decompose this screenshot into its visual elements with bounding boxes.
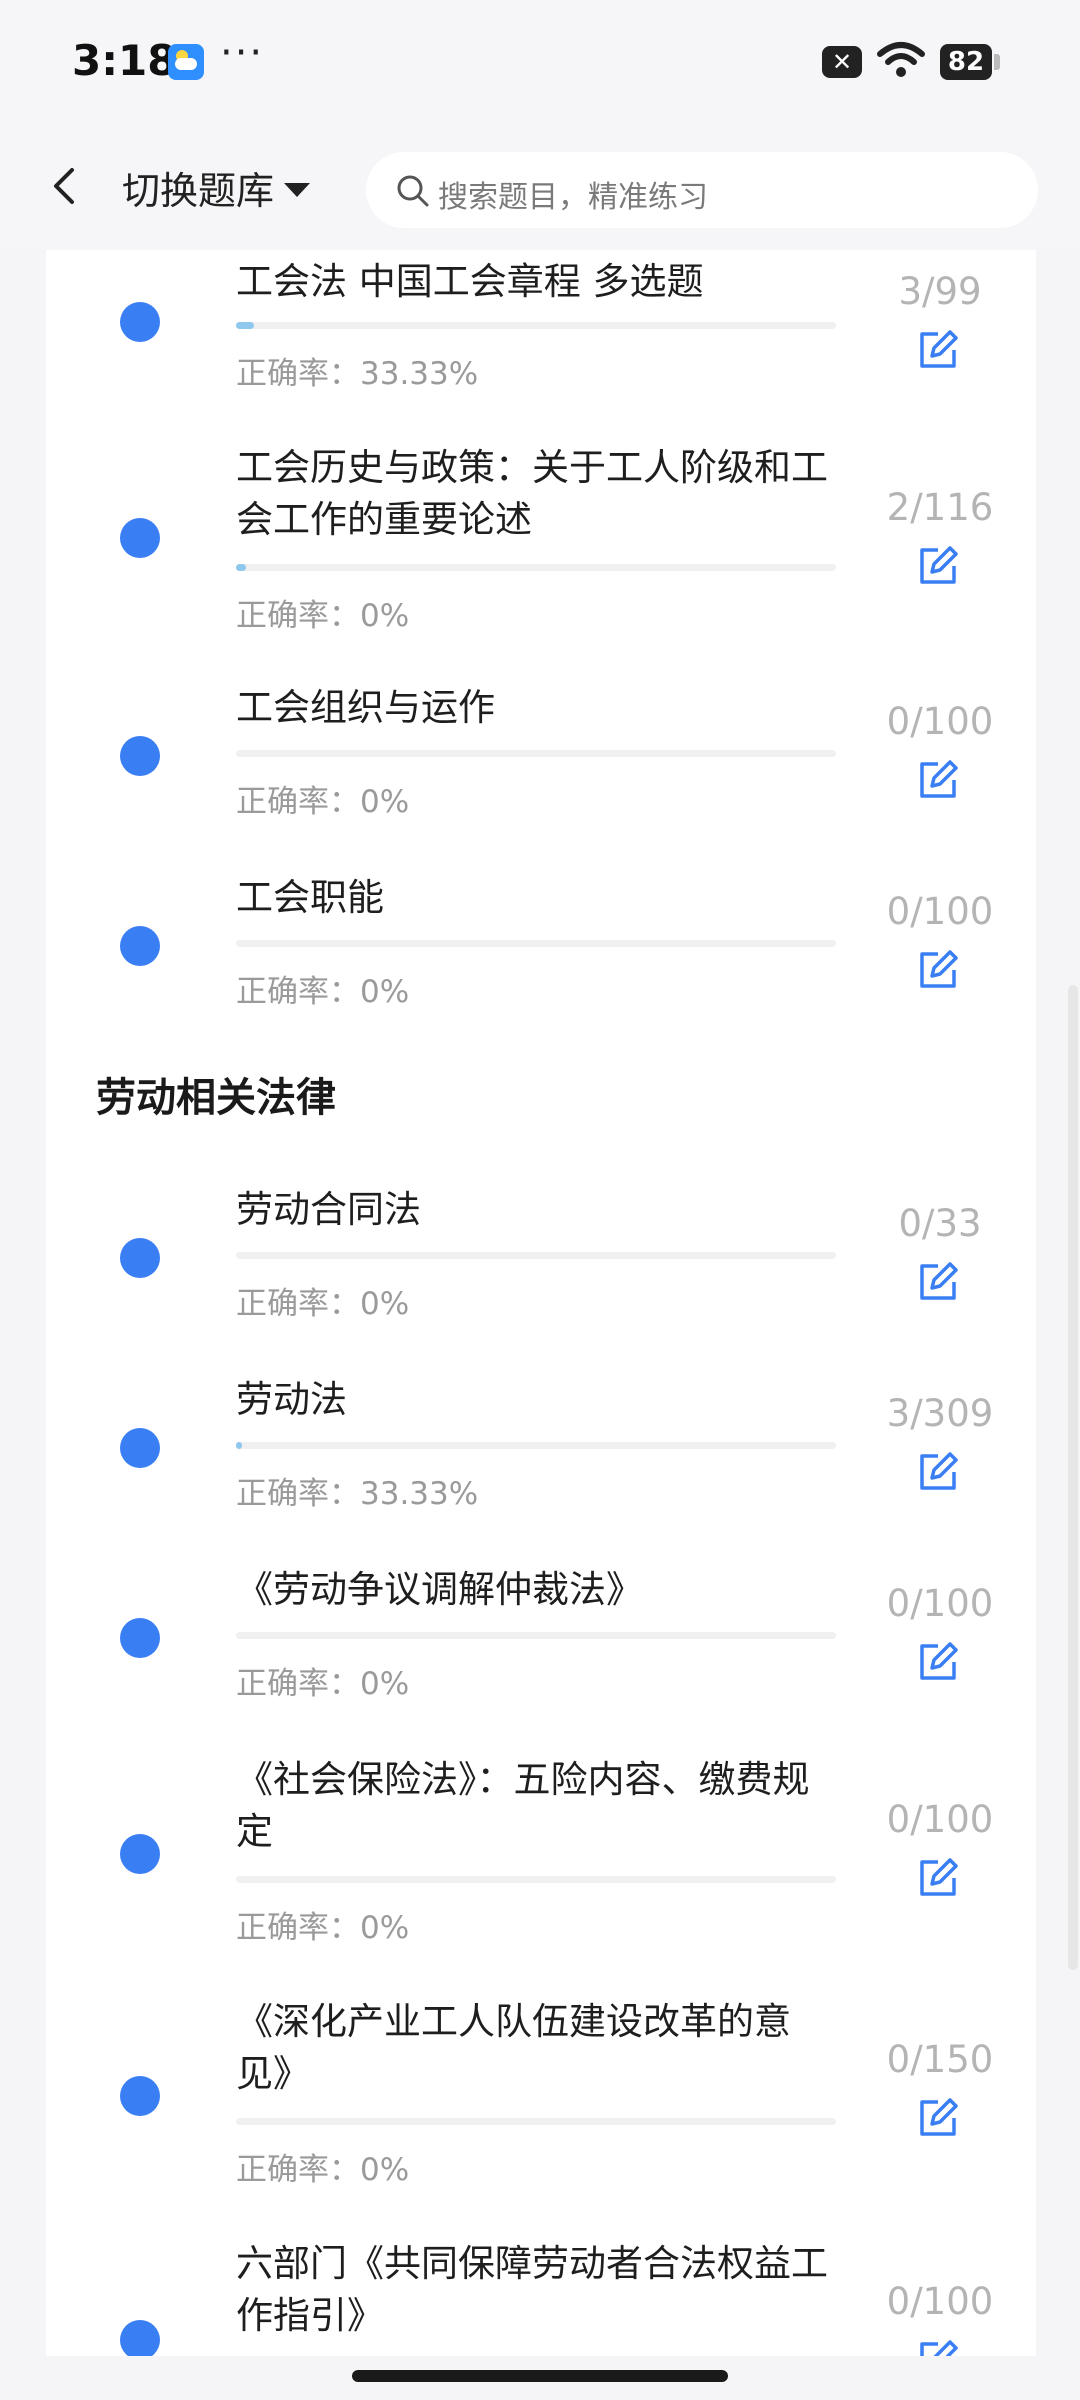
notification-x-icon: ✕ [822, 46, 862, 78]
edit-icon[interactable] [916, 1640, 960, 1684]
progress-count: 3/309 [886, 1392, 994, 1435]
progress-bar [236, 940, 836, 947]
switch-question-bank-label: 切换题库 [122, 169, 275, 213]
progress-count: 0/100 [886, 1798, 994, 1841]
edit-icon[interactable] [916, 544, 960, 588]
progress-count: 0/33 [898, 1202, 982, 1245]
progress-bar [236, 1632, 836, 1639]
progress-bar [236, 322, 836, 329]
progress-count: 2/116 [886, 486, 994, 529]
item-title: 劳动合同法 [236, 1188, 421, 1231]
item-title: 劳动法 [236, 1378, 347, 1421]
item-title: 《劳动争议调解仲裁法》 [236, 1568, 643, 1611]
question-bank-list: 工会法 中国工会章程 多选题 正确率：33.33% 3/99 工会历史与政策：关… [46, 250, 1036, 2356]
progress-bar [236, 1442, 836, 1449]
edit-icon[interactable] [916, 1260, 960, 1304]
accuracy-text: 正确率：0% [236, 2152, 410, 2188]
status-dot [120, 2320, 160, 2356]
progress-bar [236, 750, 836, 757]
progress-bar [236, 2118, 836, 2125]
edit-icon[interactable] [916, 2096, 960, 2140]
battery-icon: 82 [940, 44, 992, 80]
item-title: 工会职能 [236, 876, 384, 919]
caret-down-icon [284, 182, 311, 197]
progress-fill [236, 564, 247, 571]
status-dot [120, 1834, 160, 1874]
item-title: 工会组织与运作 [236, 686, 495, 729]
progress-count: 0/100 [886, 890, 994, 933]
progress-count: 0/100 [886, 1582, 994, 1625]
accuracy-text: 正确率：0% [236, 1286, 410, 1322]
progress-count: 0/100 [886, 2280, 994, 2323]
status-dot [120, 1618, 160, 1658]
status-dot [120, 926, 160, 966]
weather-app-icon [168, 44, 204, 80]
status-dot [120, 518, 160, 558]
item-title: 《社会保险法》：五险内容、缴费规定 [236, 1758, 810, 1853]
accuracy-text: 正确率：33.33% [236, 1476, 479, 1512]
section-title: 劳动相关法律 [96, 1065, 340, 1125]
scrollbar[interactable] [1068, 985, 1078, 1970]
accuracy-text: 正确率：33.33% [236, 356, 479, 392]
search-placeholder: 搜索题目，精准练习 [438, 180, 708, 215]
accuracy-text: 正确率：0% [236, 1910, 410, 1946]
item-title: 工会法 中国工会章程 多选题 [236, 260, 704, 303]
progress-count: 0/100 [886, 700, 994, 743]
search-input[interactable]: 搜索题目，精准练习 [366, 152, 1038, 228]
edit-icon[interactable] [916, 758, 960, 802]
accuracy-text: 正确率：0% [236, 598, 410, 634]
accuracy-text: 正确率：0% [236, 1666, 410, 1702]
edit-icon[interactable] [916, 948, 960, 992]
progress-fill [236, 322, 254, 329]
back-arrow-icon[interactable] [40, 156, 88, 216]
edit-icon[interactable] [916, 1856, 960, 1900]
top-bar: 切换题库 搜索题目，精准练习 [0, 126, 1080, 250]
accuracy-text: 正确率：0% [236, 974, 410, 1010]
item-title: 六部门《共同保障劳动者合法权益工作指引》 [236, 2242, 828, 2337]
status-bar: 3:18 ··· ✕ 82 [0, 0, 1080, 126]
more-notifications-icon: ··· [220, 30, 265, 76]
wifi-icon [877, 42, 925, 77]
edit-icon[interactable] [916, 2338, 960, 2356]
item-title: 工会历史与政策：关于工人阶级和工会工作的重要论述 [236, 446, 828, 541]
search-icon [397, 175, 429, 207]
switch-question-bank-button[interactable]: 切换题库 [122, 160, 311, 215]
status-dot [120, 2076, 160, 2116]
status-dot [120, 736, 160, 776]
item-title: 《深化产业工人队伍建设改革的意见》 [236, 2000, 791, 2095]
progress-bar [236, 1876, 836, 1883]
battery-tip [994, 54, 1000, 70]
progress-bar [236, 564, 836, 571]
status-dot [120, 1238, 160, 1278]
progress-bar [236, 1252, 836, 1259]
progress-count: 3/99 [898, 270, 982, 313]
progress-count: 0/150 [886, 2038, 994, 2081]
status-time: 3:18 [72, 36, 177, 85]
edit-icon[interactable] [916, 1450, 960, 1494]
home-indicator[interactable] [352, 2370, 728, 2382]
edit-icon[interactable] [916, 328, 960, 372]
accuracy-text: 正确率：0% [236, 784, 410, 820]
progress-fill [236, 1442, 242, 1449]
status-dot [120, 1428, 160, 1468]
status-dot [120, 302, 160, 342]
